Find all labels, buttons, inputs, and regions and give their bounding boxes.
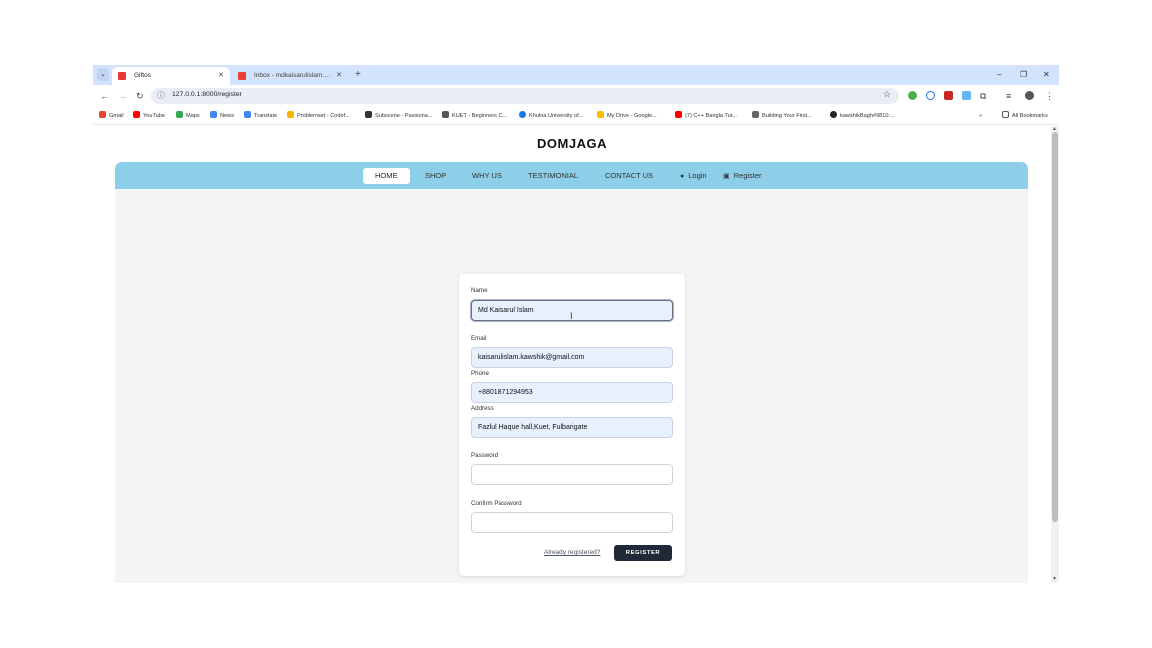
nav-testimonial[interactable]: TESTIMONIAL — [528, 168, 578, 184]
profile-avatar[interactable] — [1025, 91, 1034, 100]
main-navbar: HOME SHOP WHY US TESTIMONIAL CONTACT US … — [115, 162, 1028, 189]
tab-search-icon[interactable]: ⌄ — [97, 68, 109, 81]
close-tab-icon[interactable]: ✕ — [218, 67, 224, 85]
register-form-card: Name Md Kaisarul Islam I Email kaisaruli… — [459, 274, 685, 576]
extension-icon[interactable] — [926, 91, 935, 100]
phone-input[interactable]: +8801871294953 — [471, 382, 673, 403]
news-icon — [210, 111, 217, 118]
site-brand[interactable]: DOMJAGA — [93, 136, 1051, 151]
globe-icon — [519, 111, 526, 118]
gift-icon — [118, 72, 126, 80]
discord-icon — [830, 111, 837, 118]
code-icon — [752, 111, 759, 118]
bookmark-codeforces[interactable]: Problemset - Codef... — [287, 111, 350, 121]
nav-home[interactable]: HOME — [363, 168, 410, 184]
bookmark-subscene[interactable]: Subscene - Passiona... — [365, 111, 433, 121]
reload-icon[interactable]: ↻ — [136, 90, 144, 103]
folder-icon — [1002, 111, 1009, 118]
email-label: Email — [471, 335, 487, 342]
bookmark-kuet[interactable]: KUET - Beginners C... — [442, 111, 507, 121]
bookmark-discord[interactable]: kawshikBagh#9810:... — [830, 111, 895, 121]
subscene-icon — [365, 111, 372, 118]
reading-list-icon[interactable]: ≡ — [1006, 90, 1011, 103]
scrollbar-thumb[interactable] — [1052, 132, 1058, 522]
password-label: Password — [471, 452, 499, 459]
minimize-button[interactable]: – — [997, 68, 1001, 82]
url-text[interactable]: 127.0.0.1:8000/register — [172, 91, 242, 98]
address-label: Address — [471, 405, 494, 412]
bookmarks-bar: Gmail YouTube Maps News Translate Proble… — [93, 108, 1059, 125]
bookmark-google-drive[interactable]: My Drive - Google... — [597, 111, 657, 121]
bookmark-gmail[interactable]: Gmail — [99, 111, 124, 121]
tab-title: Giftos — [134, 72, 151, 79]
gmail-icon — [99, 111, 106, 118]
already-registered-link[interactable]: Already registered? — [544, 549, 600, 556]
shield-extension-icon[interactable] — [944, 91, 953, 100]
phone-label: Phone — [471, 370, 489, 377]
nav-login[interactable]: ● Login — [680, 168, 707, 184]
site-info-icon[interactable]: ⓘ — [157, 90, 165, 101]
gmail-icon — [238, 72, 246, 80]
maps-icon — [176, 111, 183, 118]
extension-icon[interactable] — [908, 91, 917, 100]
bookmarks-overflow-button[interactable]: » — [979, 111, 982, 121]
bookmark-building-first[interactable]: Building Your First... — [752, 111, 812, 121]
register-button[interactable]: REGISTER — [614, 545, 672, 561]
all-bookmarks-folder[interactable]: All Bookmarks — [1002, 111, 1048, 121]
kuet-icon — [442, 111, 449, 118]
password-input[interactable] — [471, 464, 673, 485]
browser-window: ⌄ Giftos ✕ Inbox - mdkaisarulislam.kawsh… — [93, 65, 1059, 583]
restore-button[interactable]: ❐ — [1020, 68, 1027, 82]
more-menu-icon[interactable]: ⋮ — [1045, 90, 1054, 103]
user-icon: ● — [680, 173, 685, 180]
tab-title: Inbox - mdkaisarulislam.kawshik@... — [254, 72, 332, 79]
tab-gmail-inbox[interactable]: Inbox - mdkaisarulislam.kawshik@... ✕ — [232, 67, 348, 85]
drive-icon — [597, 111, 604, 118]
new-tab-button[interactable]: + — [355, 67, 361, 83]
nav-why-us[interactable]: WHY US — [472, 168, 502, 184]
tab-strip: ⌄ Giftos ✕ Inbox - mdkaisarulislam.kawsh… — [93, 65, 1059, 85]
tab-giftos[interactable]: Giftos ✕ — [112, 67, 230, 85]
bookmark-khulna-university[interactable]: Khulna University of... — [519, 111, 583, 121]
bookmark-star-icon[interactable]: ☆ — [883, 89, 891, 100]
page-content: Name Md Kaisarul Islam I Email kaisaruli… — [115, 189, 1028, 583]
text-cursor-icon: I — [570, 311, 573, 321]
bookmark-youtube[interactable]: YouTube — [133, 111, 165, 121]
confirm-password-label: Confirm Password — [471, 500, 522, 507]
bookmark-news[interactable]: News — [210, 111, 234, 121]
close-window-button[interactable]: ✕ — [1043, 68, 1050, 82]
forward-icon[interactable]: → — [118, 90, 127, 103]
bookmark-translate[interactable]: Translate — [244, 111, 277, 121]
address-bar[interactable]: ⓘ 127.0.0.1:8000/register ☆ — [151, 88, 899, 104]
page-scrollbar[interactable]: ▲ ▼ — [1051, 126, 1059, 583]
codeforces-icon — [287, 111, 294, 118]
close-tab-icon[interactable]: ✕ — [336, 67, 342, 85]
web-page: DOMJAGA HOME SHOP WHY US TESTIMONIAL CON… — [93, 126, 1051, 583]
bookmark-cpp-bangla[interactable]: (7) C++ Bangla Tut... — [675, 111, 737, 121]
browser-toolbar: ← → ↻ ⓘ 127.0.0.1:8000/register ☆ ⧉ ≡ ⋮ — [93, 85, 1059, 108]
extension-icon[interactable] — [962, 91, 971, 100]
address-input[interactable]: Fazlul Haque hall,Kuet, Fulbarigate — [471, 417, 673, 438]
id-card-icon: ▣ — [723, 173, 730, 180]
puzzle-icon[interactable]: ⧉ — [980, 90, 986, 103]
scroll-down-icon[interactable]: ▼ — [1052, 576, 1057, 582]
youtube-icon — [133, 111, 140, 118]
name-label: Name — [471, 287, 488, 294]
back-icon[interactable]: ← — [100, 90, 109, 103]
translate-icon — [244, 111, 251, 118]
nav-register[interactable]: ▣ Register — [723, 168, 762, 184]
bookmark-maps[interactable]: Maps — [176, 111, 200, 121]
nav-shop[interactable]: SHOP — [425, 168, 446, 184]
confirm-password-input[interactable] — [471, 512, 673, 533]
youtube-icon — [675, 111, 682, 118]
email-input[interactable]: kaisarulislam.kawshik@gmail.com — [471, 347, 673, 368]
nav-contact-us[interactable]: CONTACT US — [605, 168, 653, 184]
